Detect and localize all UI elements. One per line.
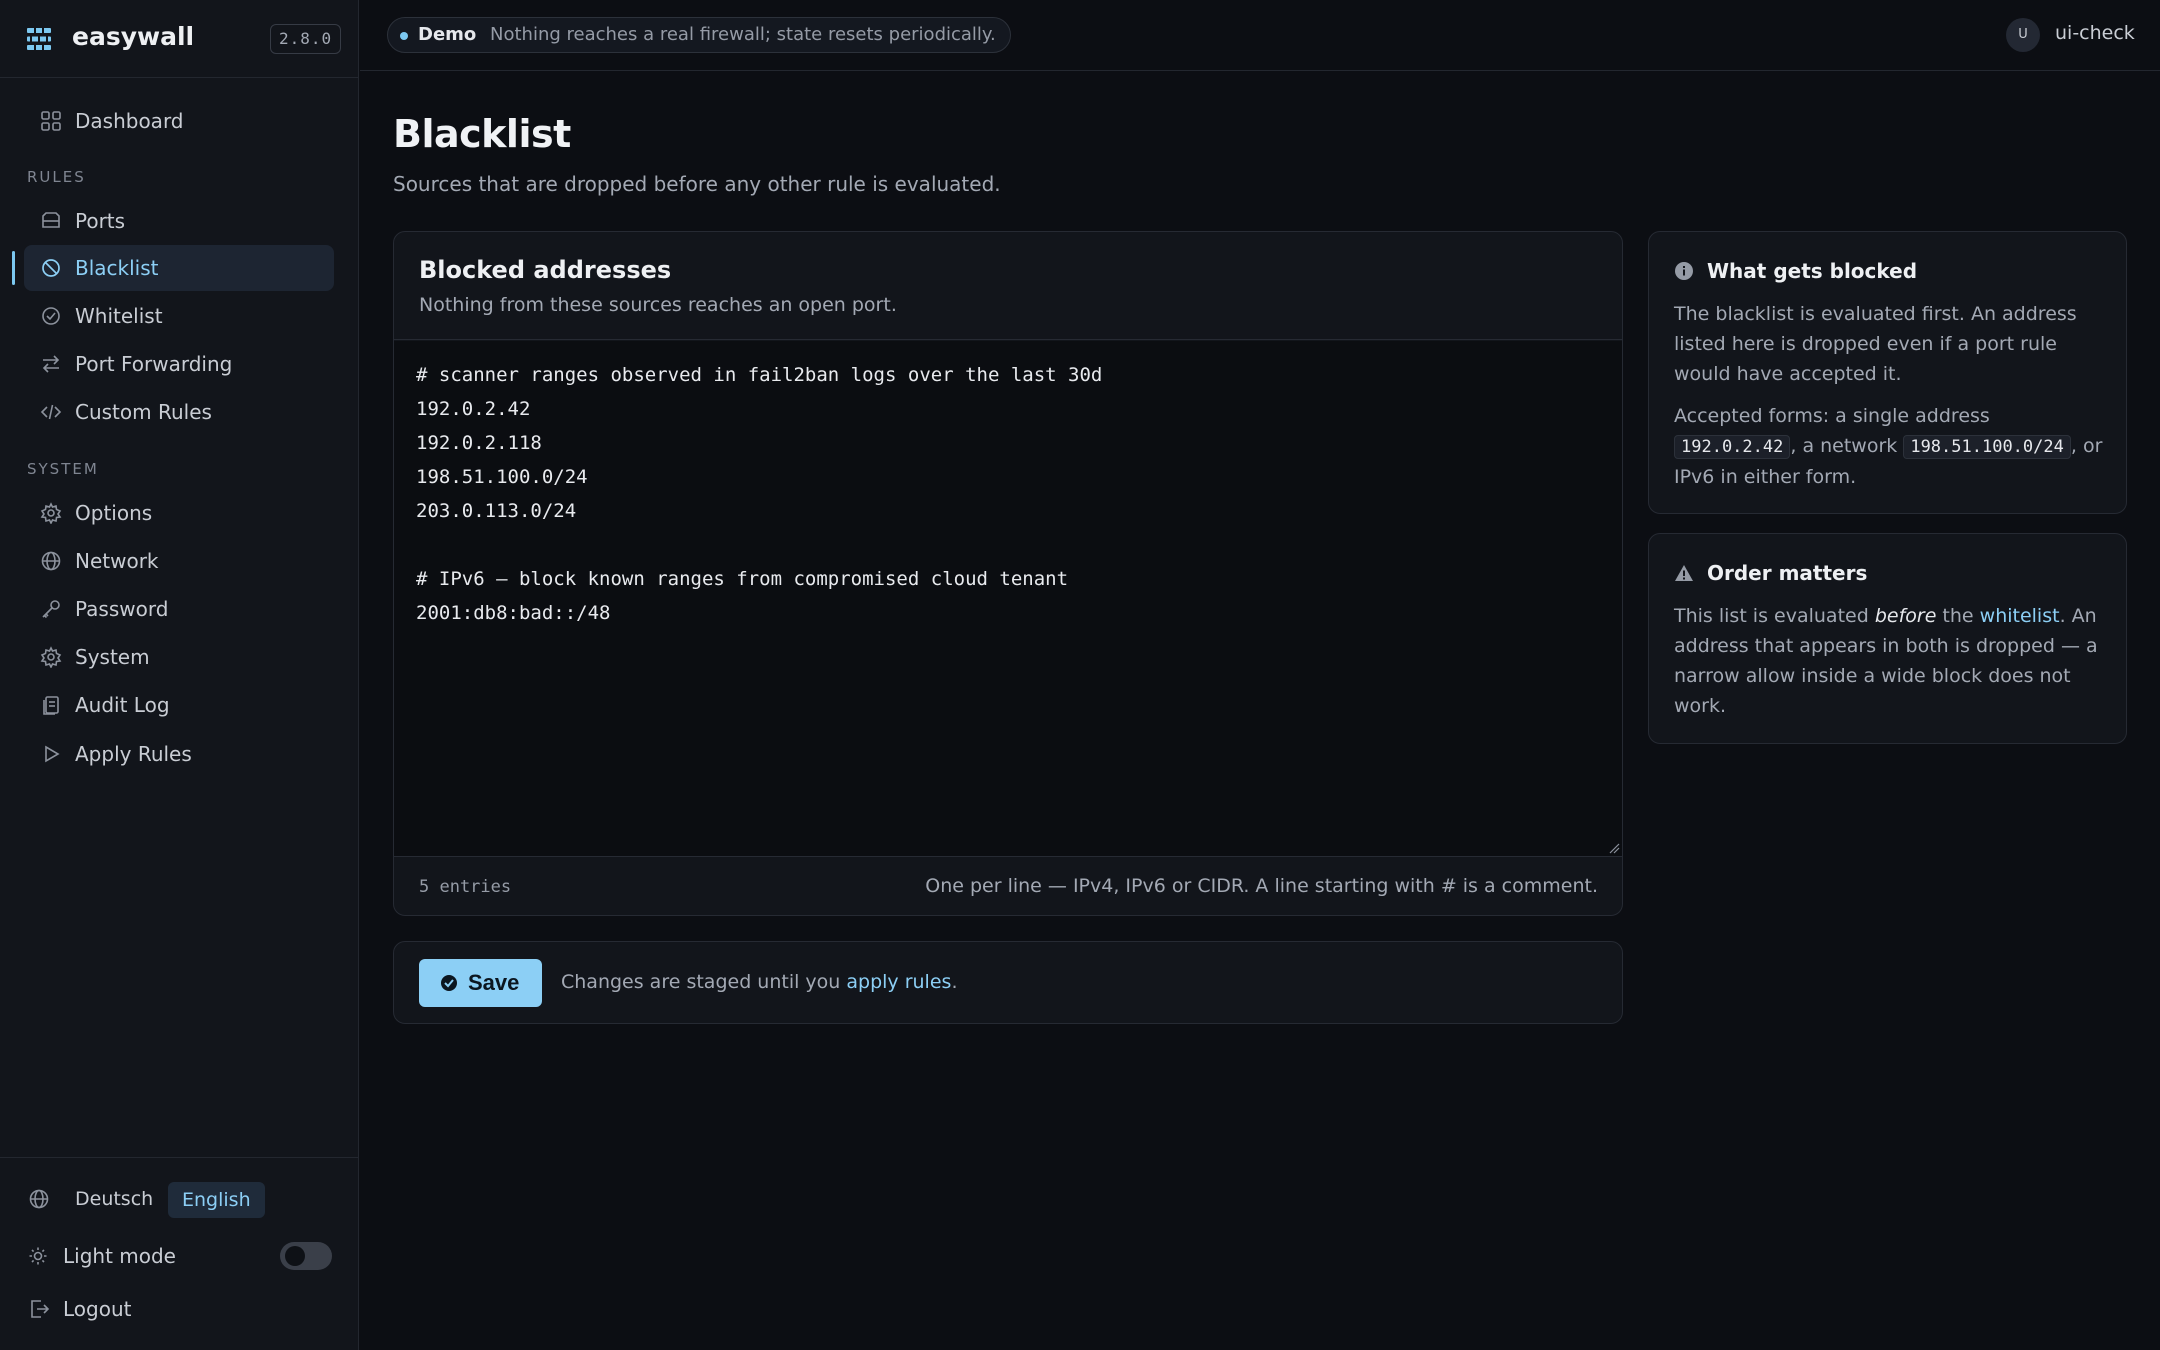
card-footer: 5 entries One per line — IPv4, IPv6 or C…: [394, 856, 1622, 915]
card-title: Blocked addresses: [419, 256, 672, 284]
play-icon: [45, 745, 60, 763]
whitelist-link[interactable]: whitelist: [1980, 605, 2060, 627]
sidebar-item-label: Dashboard: [75, 109, 184, 133]
sidebar-item-label: Password: [75, 597, 169, 621]
page-subtitle: Sources that are dropped before any othe…: [393, 172, 1001, 196]
light-mode-toggle[interactable]: [280, 1242, 332, 1270]
what-gets-blocked-card: What gets blocked The blacklist is evalu…: [1648, 231, 2127, 514]
sidebar-item-system[interactable]: System: [24, 634, 334, 680]
code-icon: [40, 404, 62, 420]
text: , a network: [1790, 435, 1904, 457]
blocked-addresses-card: Blocked addresses Nothing from these sou…: [393, 231, 1623, 916]
save-note-text: Changes are staged until you: [561, 971, 847, 993]
sidebar: easywall 2.8.0 Dashboard RULES Ports Bla…: [0, 0, 359, 1350]
globe-icon: [41, 551, 61, 571]
sidebar-item-label: Options: [75, 501, 153, 525]
emphasis: before: [1874, 605, 1937, 627]
text: Accepted forms: a single address: [1674, 405, 1990, 427]
check-circle-icon: [441, 975, 457, 991]
page-title: Blacklist: [393, 112, 571, 156]
order-title: Order matters: [1707, 561, 1868, 585]
info-paragraph: The blacklist is evaluated first. An add…: [1674, 303, 2077, 385]
sidebar-item-whitelist[interactable]: Whitelist: [24, 293, 334, 339]
document-stack-icon: [43, 696, 59, 715]
sidebar-item-options[interactable]: Options: [24, 490, 334, 536]
ban-icon: [42, 259, 60, 277]
firewall-logo-icon: [27, 28, 51, 50]
save-button-label: Save: [468, 970, 520, 995]
blacklist-textarea[interactable]: # scanner ranges observed in fail2ban lo…: [394, 341, 1622, 856]
sidebar-item-label: System: [75, 645, 150, 669]
language-option-en[interactable]: English: [168, 1182, 265, 1218]
text: This list is evaluated: [1674, 605, 1875, 627]
code-example-network: 198.51.100.0/24: [1903, 435, 2071, 459]
info-body: The blacklist is evaluated first. An add…: [1674, 299, 2104, 492]
sidebar-footer: Deutsch English Light mode Logout: [0, 1157, 359, 1350]
sidebar-item-label: Network: [75, 549, 159, 573]
order-matters-card: Order matters This list is evaluated bef…: [1648, 533, 2127, 744]
check-circle-icon: [42, 307, 60, 325]
apply-rules-link[interactable]: apply rules: [846, 971, 951, 993]
entry-count: 5 entries: [419, 877, 512, 897]
demo-text: Nothing reaches a real firewall; state r…: [490, 24, 996, 45]
sidebar-item-label: Blacklist: [75, 256, 159, 280]
sidebar-item-label: Port Forwarding: [75, 352, 233, 376]
info-icon: [1675, 262, 1693, 280]
warning-icon: [1675, 565, 1693, 581]
code-example-address: 192.0.2.42: [1674, 435, 1791, 459]
version-badge: 2.8.0: [270, 24, 342, 54]
demo-tag: Demo: [418, 24, 477, 45]
resize-handle-icon[interactable]: [1608, 842, 1620, 854]
info-paragraph-forms: Accepted forms: a single address 192.0.2…: [1674, 401, 2104, 492]
cog-icon: [40, 646, 62, 668]
sidebar-item-label: Audit Log: [75, 693, 170, 717]
sidebar-item-port-forwarding[interactable]: Port Forwarding: [24, 341, 334, 387]
card-header: Blocked addresses Nothing from these sou…: [394, 232, 1622, 340]
sidebar-item-apply-rules[interactable]: Apply Rules: [24, 731, 334, 777]
language-option-de[interactable]: Deutsch: [75, 1188, 153, 1210]
sidebar-item-blacklist[interactable]: Blacklist: [24, 245, 334, 291]
demo-banner: Demo Nothing reaches a real firewall; st…: [387, 17, 1011, 53]
user-name[interactable]: ui-check: [2055, 22, 2135, 44]
logout-icon: [31, 1300, 50, 1318]
info-title: What gets blocked: [1707, 259, 1918, 283]
save-button[interactable]: Save: [419, 959, 542, 1007]
sidebar-item-custom-rules[interactable]: Custom Rules: [24, 389, 334, 435]
active-indicator: [12, 251, 15, 285]
card-subtitle: Nothing from these sources reaches an op…: [419, 294, 897, 316]
status-dot: [400, 32, 408, 40]
sidebar-item-dashboard[interactable]: Dashboard: [24, 98, 334, 144]
topbar: Demo Nothing reaches a real firewall; st…: [360, 0, 2160, 71]
text: the: [1936, 605, 1980, 627]
globe-icon: [29, 1189, 49, 1209]
sidebar-item-password[interactable]: Password: [24, 586, 334, 632]
sidebar-item-audit-log[interactable]: Audit Log: [24, 682, 334, 728]
grid-icon: [41, 111, 61, 131]
save-note: Changes are staged until you apply rules…: [561, 971, 957, 993]
gear-icon: [40, 502, 62, 524]
sidebar-item-label: Ports: [75, 209, 126, 233]
arrows-swap-icon: [42, 355, 60, 373]
light-mode-label: Light mode: [63, 1244, 176, 1268]
app-name: easywall: [72, 22, 195, 51]
section-label-system: SYSTEM: [27, 460, 99, 478]
sidebar-item-network[interactable]: Network: [24, 538, 334, 584]
avatar[interactable]: U: [2006, 18, 2040, 52]
brand: easywall 2.8.0: [0, 0, 358, 78]
sidebar-item-label: Whitelist: [75, 304, 163, 328]
toggle-knob: [285, 1246, 305, 1266]
format-hint: One per line — IPv4, IPv6 or CIDR. A lin…: [925, 875, 1598, 897]
save-bar: Save Changes are staged until you apply …: [393, 941, 1623, 1024]
sidebar-item-label: Custom Rules: [75, 400, 212, 424]
save-note-end: .: [951, 971, 958, 993]
section-label-rules: RULES: [27, 168, 86, 186]
order-body: This list is evaluated before the whitel…: [1674, 601, 2104, 721]
sidebar-item-label: Apply Rules: [75, 742, 192, 766]
server-icon: [42, 212, 60, 228]
sidebar-item-ports[interactable]: Ports: [24, 198, 334, 244]
key-icon: [42, 600, 60, 619]
sun-icon: [29, 1247, 47, 1265]
logout-link[interactable]: Logout: [63, 1297, 131, 1321]
order-paragraph: This list is evaluated before the whitel…: [1674, 601, 2104, 721]
